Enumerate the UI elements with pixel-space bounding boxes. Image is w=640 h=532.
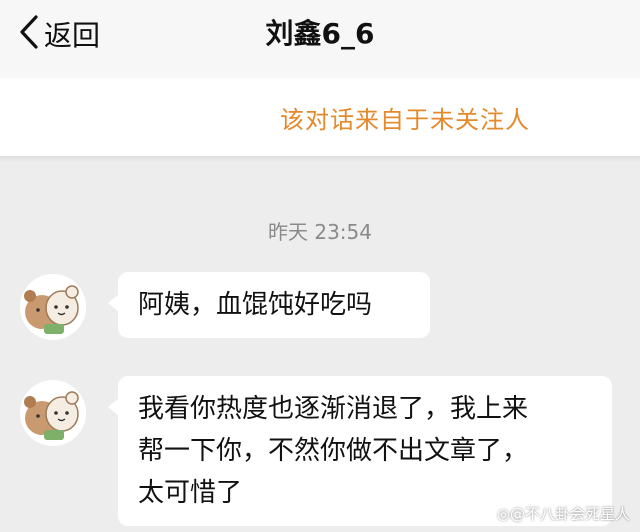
watermark-icon: ◎ (496, 505, 510, 523)
message-text: 阿姨，血馄饨好吃吗 (138, 290, 373, 320)
avatar[interactable] (20, 380, 86, 446)
nav-bar: 返回 刘鑫6_6 (0, 0, 640, 78)
watermark-text: 不八卦会死星人 (524, 505, 630, 523)
avatar[interactable] (20, 274, 86, 340)
stranger-notice-text: 该对话来自于未关注人 (280, 106, 530, 134)
watermark: ◎@不八卦会死星人 (496, 505, 630, 523)
bear-avatar-icon (20, 274, 86, 340)
message-text-line: 我看你热度也逐渐消退了，我上来 (138, 394, 529, 424)
bear-avatar-icon (20, 380, 86, 446)
stranger-notice-banner: 该对话来自于未关注人 (0, 78, 640, 156)
message-text-line: 帮一下你，不然你做不出文章了， (138, 436, 529, 466)
chat-title: 刘鑫6_6 (265, 17, 375, 50)
message-bubble[interactable]: 阿姨，血馄饨好吃吗 (108, 272, 430, 338)
message-timestamp: 昨天 23:54 (268, 220, 372, 244)
divider (0, 156, 640, 162)
